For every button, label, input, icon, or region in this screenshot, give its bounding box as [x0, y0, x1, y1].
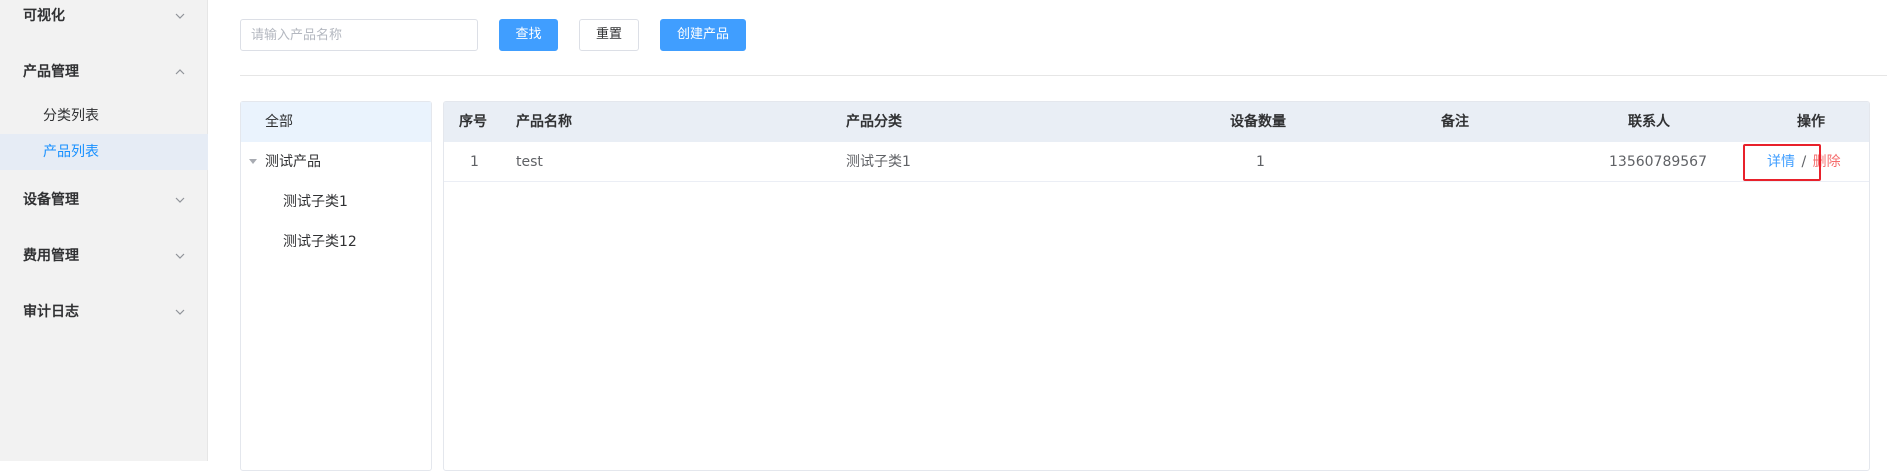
cell-contact: 13560789567 [1609, 154, 1707, 170]
column-header-actions: 操作 [1797, 114, 1825, 130]
column-header-contact: 联系人 [1628, 114, 1670, 130]
sidebar: 可视化 产品管理 分类列表 产品列表 设备管理 费用管理 审计日志 [0, 0, 208, 461]
menu-visualization[interactable]: 可视化 [0, 0, 208, 36]
create-product-button[interactable]: 创建产品 [660, 19, 746, 51]
chevron-up-icon [174, 66, 186, 78]
tree-node-child[interactable]: 测试子类1 [241, 182, 431, 222]
chevron-down-icon [174, 250, 186, 262]
tree-node-label: 测试子类12 [283, 234, 357, 250]
cell-category: 测试子类1 [846, 154, 911, 170]
main-content: 查找 重置 创建产品 全部 测试产品 测试子类1 测试子类12 序号 产品名称 … [218, 0, 1887, 471]
menu-label: 产品管理 [23, 64, 79, 80]
submenu-label: 分类列表 [43, 108, 99, 124]
reset-button[interactable]: 重置 [579, 19, 639, 51]
tree-node-parent[interactable]: 测试产品 [241, 142, 431, 182]
tree-node-label: 测试产品 [265, 154, 321, 170]
divider [240, 75, 1887, 76]
column-header-index: 序号 [459, 114, 487, 130]
product-table: 序号 产品名称 产品分类 设备数量 备注 联系人 操作 1 test 测试子类1… [443, 101, 1870, 471]
find-button[interactable]: 查找 [499, 19, 558, 51]
submenu-item-category-list[interactable]: 分类列表 [0, 98, 208, 134]
chevron-down-icon [174, 306, 186, 318]
column-header-device-count: 设备数量 [1230, 114, 1286, 130]
table-header: 序号 产品名称 产品分类 设备数量 备注 联系人 操作 [444, 102, 1869, 142]
chevron-down-icon [174, 194, 186, 206]
menu-device-management[interactable]: 设备管理 [0, 180, 208, 220]
cell-actions: 详情 / 删除 [1767, 142, 1841, 182]
menu-label: 审计日志 [23, 304, 79, 320]
column-header-note: 备注 [1441, 114, 1469, 130]
delete-link[interactable]: 删除 [1813, 154, 1841, 170]
category-tree: 全部 测试产品 测试子类1 测试子类12 [240, 101, 432, 471]
tree-node-label: 测试子类1 [283, 194, 348, 210]
menu-label: 设备管理 [23, 192, 79, 208]
tree-node-label: 全部 [265, 114, 293, 130]
cell-name: test [516, 154, 543, 170]
menu-audit-log[interactable]: 审计日志 [0, 292, 208, 332]
cell-index: 1 [470, 154, 479, 170]
column-header-name: 产品名称 [516, 114, 572, 130]
menu-label: 可视化 [23, 8, 65, 24]
tree-node-all[interactable]: 全部 [241, 102, 431, 142]
menu-fee-management[interactable]: 费用管理 [0, 236, 208, 276]
column-header-category: 产品分类 [846, 114, 902, 130]
submenu-item-product-list[interactable]: 产品列表 [0, 134, 208, 170]
submenu-label: 产品列表 [43, 144, 99, 160]
table-row: 1 test 测试子类1 1 13560789567 详情 / 删除 [444, 142, 1869, 182]
cell-device-count: 1 [1256, 154, 1265, 170]
caret-down-icon[interactable] [249, 159, 257, 164]
menu-product-management[interactable]: 产品管理 [0, 52, 208, 92]
menu-label: 费用管理 [23, 248, 79, 264]
product-name-search-input[interactable] [240, 19, 478, 51]
detail-link[interactable]: 详情 [1767, 154, 1795, 170]
chevron-down-icon [174, 10, 186, 22]
action-separator: / [1801, 154, 1807, 170]
tree-node-child[interactable]: 测试子类12 [241, 222, 431, 262]
